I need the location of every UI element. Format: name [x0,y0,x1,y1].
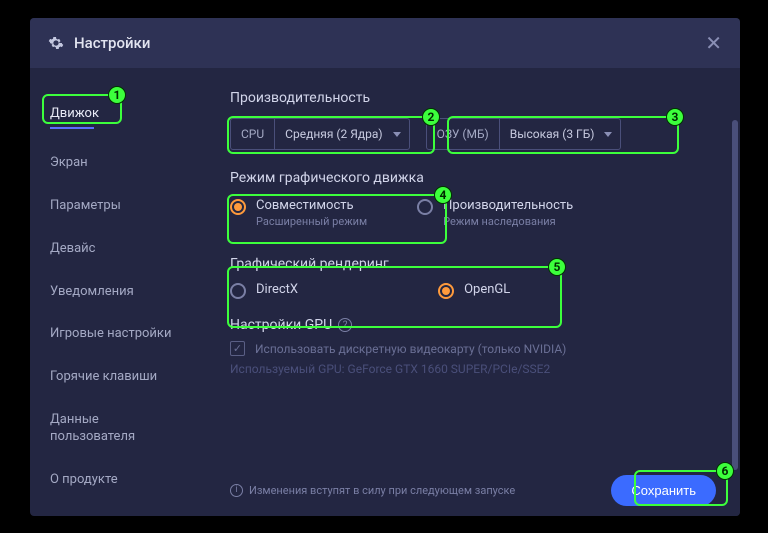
cpu-value: Средняя (2 Ядра) [285,127,382,141]
gpu-used-text: Используемый GPU: GeForce GTX 1660 SUPER… [230,362,716,376]
gpu-discrete-label: Использовать дискретную видеокарту (толь… [255,342,566,356]
radio-icon [438,283,454,299]
content-pane: Производительность CPU Средняя (2 Ядра) … [200,68,740,516]
footer-note-text: Изменения вступят в силу при следующем з… [249,484,515,497]
cpu-dropdown[interactable]: CPU Средняя (2 Ядра) [230,118,410,150]
sidebar-item-hotkeys[interactable]: Горячие клавиши [30,361,200,394]
render-opengl-label: OpenGL [464,282,510,297]
annotation-badge-4: 4 [434,186,452,204]
sidebar-item-notifications[interactable]: Уведомления [30,276,200,309]
annotation-badge-5: 5 [548,258,566,276]
ram-dropdown[interactable]: ОЗУ (МБ) Высокая (3 ГБ) [426,118,622,150]
chevron-down-icon [604,132,612,137]
close-icon[interactable]: ✕ [705,31,722,55]
annotation-badge-3: 3 [666,108,684,126]
sidebar-item-screen[interactable]: Экран [30,147,200,180]
render-directx-label: DirectX [256,282,298,297]
ram-value: Высокая (3 ГБ) [510,127,595,141]
render-opengl[interactable]: OpenGL [438,282,510,299]
annotation-badge-2: 2 [422,108,440,126]
footer: i Изменения вступят в силу при следующем… [200,464,740,516]
render-title: Графический рендеринг [230,256,716,272]
annotation-badge-6: 6 [716,462,734,480]
sidebar-item-params[interactable]: Параметры [30,190,200,223]
scrollbar[interactable] [732,120,738,470]
info-icon: i [230,484,243,497]
settings-window: Настройки ✕ Движок Экран Параметры Девай… [30,18,740,516]
sidebar-item-about[interactable]: О продукте [30,464,200,497]
sidebar-item-device[interactable]: Девайс [30,233,200,266]
gpu-discrete-checkbox[interactable]: ✓ [230,341,245,356]
engine-mode-compat-label: Совместимость [256,198,367,213]
ram-label: ОЗУ (МБ) [427,119,500,149]
sidebar-item-user-data[interactable]: Данные пользователя [30,404,200,454]
sidebar: Движок Экран Параметры Девайс Уведомлени… [30,68,200,516]
engine-mode-perf-label: Производительность [443,198,573,213]
engine-mode-compat[interactable]: Совместимость Расширенный режим [230,198,367,228]
titlebar: Настройки ✕ [30,18,740,68]
cpu-label: CPU [231,119,275,149]
perf-title: Производительность [230,90,716,106]
radio-icon [230,199,246,215]
chevron-down-icon [393,132,401,137]
gear-icon [48,35,64,51]
engine-mode-compat-sub: Расширенный режим [256,215,367,228]
window-title: Настройки [74,34,150,52]
gpu-title: Настройки GPU [230,317,332,333]
radio-icon [230,283,246,299]
annotation-badge-1: 1 [108,86,126,104]
render-directx[interactable]: DirectX [230,282,298,299]
engine-mode-title: Режим графического движка [230,170,716,186]
save-button[interactable]: Сохранить [611,475,716,506]
engine-mode-perf-sub: Режим наследования [443,215,573,228]
radio-icon [417,199,433,215]
help-icon[interactable]: ? [338,318,352,332]
sidebar-item-game-settings[interactable]: Игровые настройки [30,318,200,351]
